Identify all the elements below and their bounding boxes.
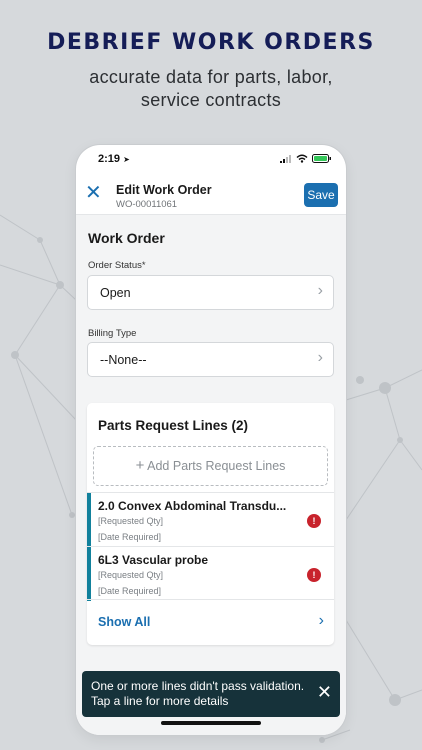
line-name: 2.0 Convex Abdominal Transdu... bbox=[98, 499, 287, 513]
plus-icon: + bbox=[135, 457, 145, 474]
chevron-right-icon: › bbox=[317, 349, 323, 366]
promo-subline-line-2: service contracts bbox=[140, 90, 282, 110]
line-requested-qty: [Requested Qty] bbox=[98, 570, 164, 580]
line-name: 6L3 Vascular probe bbox=[98, 553, 209, 567]
line-requested-qty: [Requested Qty] bbox=[98, 516, 164, 526]
billing-type-select[interactable]: --None-- › bbox=[87, 342, 334, 377]
wifi-icon bbox=[296, 154, 308, 163]
add-parts-request-button[interactable]: + Add Parts Request Lines bbox=[93, 446, 328, 486]
promo-subline: accurate data for parts, labor, service … bbox=[0, 66, 422, 112]
line-accent-bar bbox=[87, 547, 91, 601]
add-parts-request-label: Add Parts Request Lines bbox=[147, 459, 286, 473]
work-order-number: WO-00011061 bbox=[116, 199, 178, 210]
close-icon[interactable]: ✕ bbox=[85, 183, 102, 203]
status-bar: 2:19 ➤ bbox=[76, 145, 346, 175]
location-arrow-icon: ➤ bbox=[123, 155, 130, 164]
error-icon: ! bbox=[307, 514, 321, 528]
error-icon: ! bbox=[307, 568, 321, 582]
main-content: Work Order Order Status* Open › Billing … bbox=[76, 215, 346, 735]
line-date-required: [Date Required] bbox=[98, 586, 162, 596]
status-time: 2:19 ➤ bbox=[98, 153, 130, 165]
parts-request-line[interactable]: 6L3 Vascular probe [Requested Qty] [Date… bbox=[87, 546, 334, 601]
promo-headline: DEBRIEF WORK ORDERS bbox=[47, 30, 375, 55]
line-date-required: [Date Required] bbox=[98, 532, 162, 542]
status-time-text: 2:19 bbox=[98, 153, 121, 165]
close-icon[interactable]: ✕ bbox=[317, 683, 332, 701]
home-indicator[interactable] bbox=[161, 721, 261, 725]
billing-type-label: Billing Type bbox=[88, 328, 137, 339]
promo-subline-line-1: accurate data for parts, labor, bbox=[89, 67, 333, 87]
status-icons bbox=[280, 154, 332, 163]
parts-request-card: Parts Request Lines (2) + Add Parts Requ… bbox=[87, 403, 334, 645]
nav-bar: ✕ Edit Work Order WO-00011061 Save bbox=[76, 175, 346, 215]
order-status-label: Order Status* bbox=[88, 260, 146, 271]
section-title-work-order: Work Order bbox=[88, 230, 165, 246]
save-button[interactable]: Save bbox=[304, 183, 338, 207]
toast-message: One or more lines didn't pass validation… bbox=[91, 679, 305, 708]
page-title: Edit Work Order bbox=[116, 183, 212, 197]
chevron-right-icon: › bbox=[317, 282, 323, 299]
battery-icon bbox=[312, 154, 331, 163]
chevron-right-icon: › bbox=[318, 612, 324, 629]
line-accent-bar bbox=[87, 493, 91, 547]
phone-screen: 2:19 ➤ ✕ Edit Work Order WO-00011061 Sav… bbox=[76, 145, 346, 735]
parts-request-line[interactable]: 2.0 Convex Abdominal Transdu... [Request… bbox=[87, 492, 334, 547]
order-status-select[interactable]: Open › bbox=[87, 275, 334, 310]
show-all-button[interactable]: Show All › bbox=[87, 599, 334, 645]
show-all-label: Show All bbox=[98, 615, 151, 629]
billing-type-value: --None-- bbox=[100, 353, 147, 367]
parts-request-title: Parts Request Lines (2) bbox=[98, 418, 249, 433]
order-status-value: Open bbox=[100, 286, 131, 300]
signal-icon bbox=[280, 154, 291, 163]
validation-toast[interactable]: One or more lines didn't pass validation… bbox=[82, 671, 340, 717]
